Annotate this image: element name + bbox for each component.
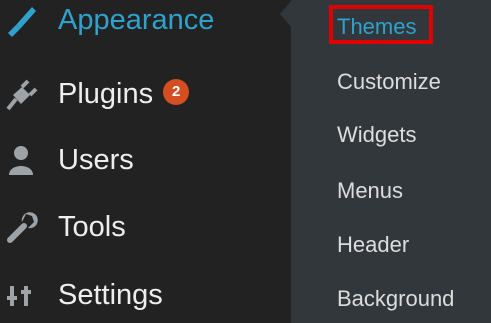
menu-item-appearance[interactable]: Appearance <box>0 0 291 52</box>
user-icon <box>4 143 38 177</box>
menu-label-tools: Tools <box>58 210 126 243</box>
appearance-submenu: Themes Customize Widgets Menus Header Ba… <box>291 0 491 323</box>
menu-item-tools[interactable]: Tools <box>0 195 291 259</box>
highlight-box <box>329 5 433 44</box>
submenu-item-widgets[interactable]: Widgets <box>337 124 416 146</box>
submenu-item-header[interactable]: Header <box>337 234 409 256</box>
paintbrush-icon <box>4 3 38 37</box>
wp-admin-screen: Appearance Plugins 2 Users Tools Setting… <box>0 0 491 323</box>
menu-label-plugins-wrap: Plugins 2 <box>58 77 190 110</box>
submenu-item-background[interactable]: Background <box>337 288 454 310</box>
menu-label-settings: Settings <box>58 278 163 311</box>
menu-label-appearance: Appearance <box>58 3 215 36</box>
menu-item-settings[interactable]: Settings <box>0 263 291 323</box>
current-menu-arrow <box>280 0 292 28</box>
sliders-icon <box>4 278 38 312</box>
submenu-item-menus[interactable]: Menus <box>337 180 403 202</box>
menu-item-users[interactable]: Users <box>0 128 291 192</box>
wrench-icon <box>4 210 38 244</box>
admin-sidebar-menu: Appearance Plugins 2 Users Tools Setting… <box>0 0 291 323</box>
submenu-item-customize[interactable]: Customize <box>337 71 441 93</box>
menu-label-plugins: Plugins <box>58 77 154 110</box>
plugins-update-badge: 2 <box>163 78 190 105</box>
menu-item-plugins[interactable]: Plugins 2 <box>0 62 291 126</box>
menu-label-users: Users <box>58 143 134 176</box>
plug-icon <box>4 77 38 111</box>
